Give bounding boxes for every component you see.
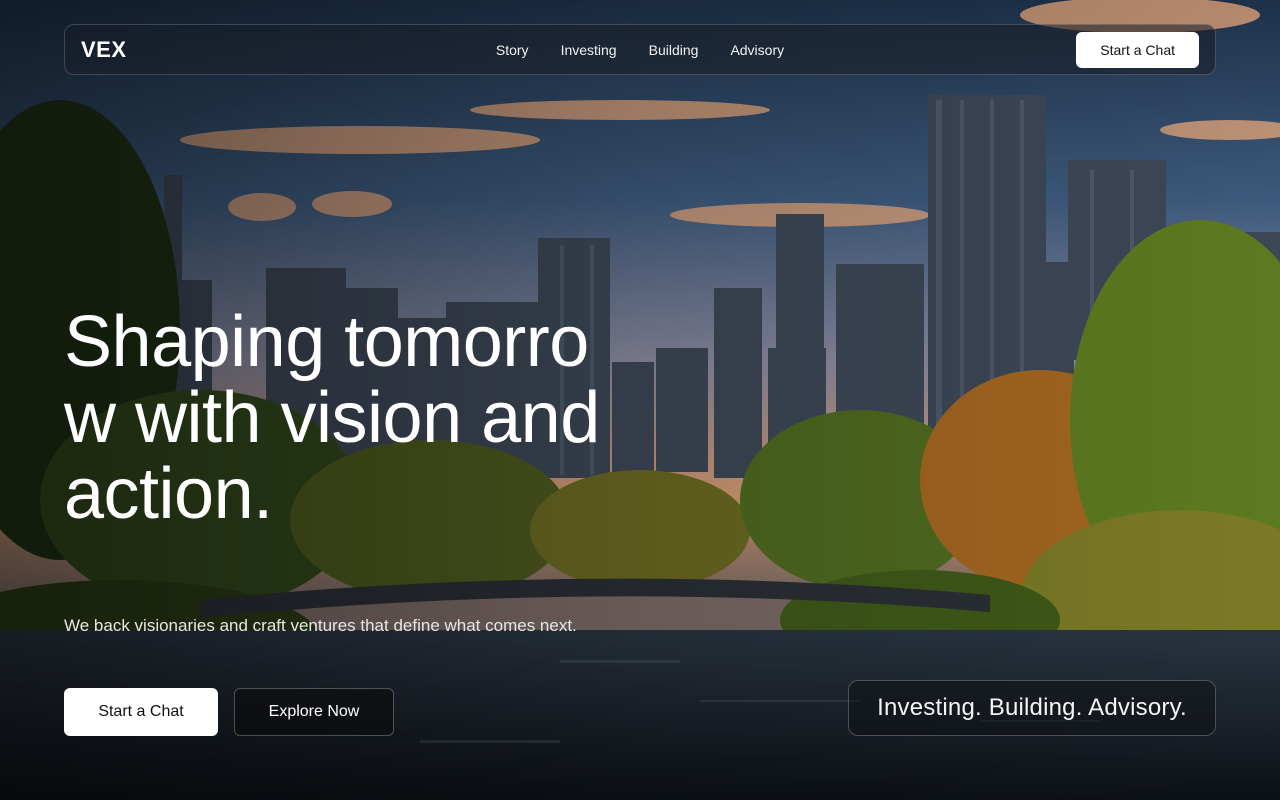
hero-subline: We back visionaries and craft ventures t… <box>64 616 577 635</box>
brand-logo[interactable]: VEX <box>81 37 231 63</box>
top-navigation-bar: VEX Story Investing Building Advisory St… <box>64 24 1216 75</box>
nav-link-story[interactable]: Story <box>496 42 529 58</box>
start-chat-button[interactable]: Start a Chat <box>64 688 218 736</box>
nav-start-chat-button[interactable]: Start a Chat <box>1076 32 1199 68</box>
nav-links: Story Investing Building Advisory <box>231 42 1049 58</box>
nav-link-investing[interactable]: Investing <box>561 42 617 58</box>
nav-link-building[interactable]: Building <box>649 42 699 58</box>
explore-now-button[interactable]: Explore Now <box>234 688 394 736</box>
hero-headline: Shaping tomorrow with vision and action. <box>64 302 600 534</box>
hero-section: VEX Story Investing Building Advisory St… <box>0 0 1280 800</box>
nav-link-advisory[interactable]: Advisory <box>730 42 784 58</box>
services-tagline: Investing. Building. Advisory. <box>848 680 1216 736</box>
